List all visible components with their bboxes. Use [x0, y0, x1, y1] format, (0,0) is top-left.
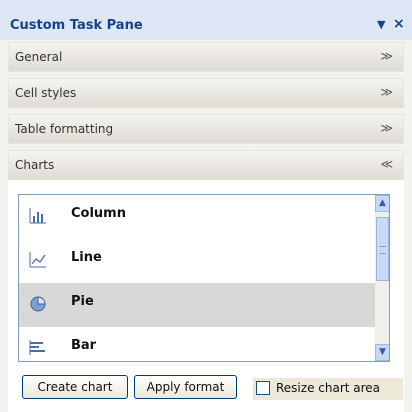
apply-format-button[interactable]: Apply format	[134, 375, 237, 399]
list-item-column[interactable]: Column	[19, 195, 375, 239]
list-item-label: Pie	[71, 294, 94, 309]
section-cell-styles[interactable]: Cell styles ≫	[8, 78, 404, 108]
custom-task-pane: Custom Task Pane ▼ × General ≫ Cell styl…	[0, 0, 412, 412]
pane-title-bar: Custom Task Pane ▼ ×	[0, 0, 412, 40]
chevron-collapse-icon: ≪	[380, 157, 393, 171]
scroll-down-button[interactable]: ▼	[375, 344, 389, 361]
section-label: Charts	[15, 158, 55, 172]
resize-chart-area-checkbox[interactable]	[256, 381, 270, 395]
chevron-expand-icon: ≫	[380, 121, 393, 135]
list-item-label: Line	[71, 250, 102, 265]
chevron-expand-icon: ≫	[380, 49, 393, 63]
chart-type-list[interactable]: Column Line Pie Bar ▲ ▼	[18, 194, 390, 362]
section-label: Table formatting	[15, 122, 114, 136]
pane-title: Custom Task Pane	[10, 18, 143, 33]
pane-options-dropdown-icon[interactable]: ▼	[377, 18, 385, 31]
list-item-label: Column	[71, 206, 126, 221]
chevron-expand-icon: ≫	[380, 85, 393, 99]
list-item-bar[interactable]: Bar	[19, 327, 375, 361]
section-table-formatting[interactable]: Table formatting ≫	[8, 114, 404, 144]
grip-icon	[380, 246, 386, 254]
resize-chart-area-option[interactable]: Resize chart area	[253, 378, 403, 400]
pane-close-icon[interactable]: ×	[393, 16, 405, 32]
list-scrollbar[interactable]: ▲ ▼	[375, 195, 389, 361]
section-label: General	[15, 50, 63, 64]
section-general[interactable]: General ≫	[8, 42, 404, 72]
scroll-thumb[interactable]	[376, 217, 389, 281]
create-chart-button[interactable]: Create chart	[22, 375, 128, 399]
list-item-line[interactable]: Line	[19, 239, 375, 283]
line-chart-icon	[29, 252, 46, 268]
section-label: Cell styles	[15, 86, 77, 100]
list-item-pie[interactable]: Pie	[19, 283, 375, 327]
resize-chart-area-label: Resize chart area	[276, 381, 381, 395]
section-charts[interactable]: Charts ≪	[8, 150, 404, 180]
bar-chart-icon	[29, 340, 45, 355]
pie-chart-icon	[30, 296, 46, 312]
scroll-up-button[interactable]: ▲	[375, 195, 389, 212]
column-chart-icon	[29, 208, 46, 224]
list-item-label: Bar	[71, 338, 97, 353]
